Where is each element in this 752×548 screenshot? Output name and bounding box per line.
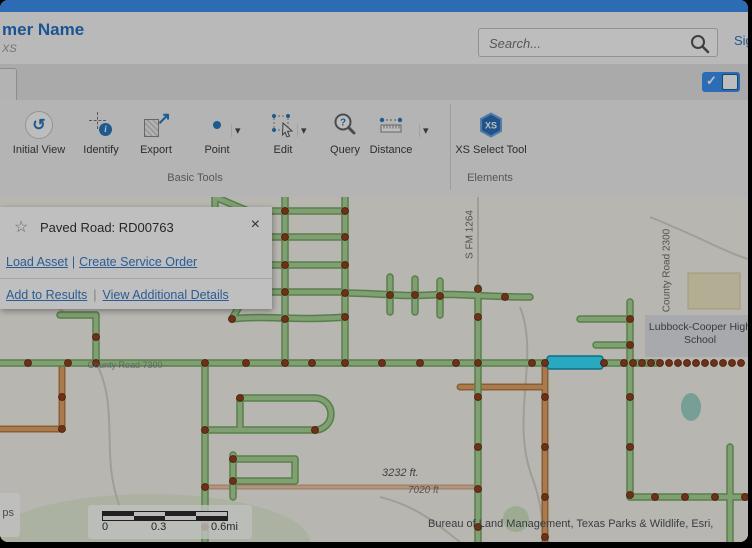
svg-text:?: ? — [340, 118, 346, 129]
distance-icon — [377, 112, 405, 138]
measurement-label-2: 7020 ft — [408, 485, 439, 496]
add-to-results-link[interactable]: Add to Results — [6, 288, 87, 302]
search-input[interactable] — [487, 32, 686, 55]
partial-tab[interactable] — [0, 68, 17, 101]
school-building — [688, 273, 740, 309]
map-canvas[interactable]: S FM 1264 County Road 2300 Lubbock-Coope… — [0, 197, 748, 542]
identify-button[interactable]: i Identify — [72, 108, 130, 156]
scale-label-end: 0.6mi — [211, 521, 238, 533]
scale-bar-panel: 0 0.3 0.6mi — [88, 505, 252, 539]
xs-select-tool-label: XS Select Tool — [455, 144, 526, 156]
sign-out-link[interactable]: Sig — [734, 33, 748, 48]
point-icon — [213, 121, 221, 129]
load-asset-link[interactable]: Load Asset — [6, 255, 68, 269]
distance-tool-button[interactable]: Distance — [362, 108, 420, 156]
map-attribution: Bureau of Land Management, Texas Parks &… — [428, 518, 748, 530]
customer-name-title: mer Name — [2, 20, 84, 40]
edit-icon — [270, 112, 296, 138]
app-window: mer Name XS Sig ✓ ↺ Initial View i — [0, 0, 748, 542]
close-icon[interactable]: × — [251, 216, 260, 234]
identify-icon: i — [88, 112, 114, 138]
road-label-county-road-7300: County Road 7300 — [55, 360, 195, 370]
scale-label-start: 0 — [102, 521, 108, 533]
svg-text:XS: XS — [485, 121, 497, 131]
link-separator-2: | — [93, 288, 96, 302]
ribbon-visibility-toggle[interactable]: ✓ — [702, 72, 740, 92]
distance-label: Distance — [370, 144, 413, 156]
edit-label: Edit — [274, 144, 293, 156]
search-box[interactable] — [478, 28, 718, 57]
identify-popup: ☆ Paved Road: RD00763 × Load Asset | Creat… — [0, 207, 272, 309]
elements-group-label: Elements — [440, 172, 540, 184]
query-icon: ? — [332, 112, 358, 138]
popup-title: Paved Road: RD00763 — [40, 220, 174, 235]
basemap-panel-partial[interactable]: ps — [0, 493, 20, 537]
search-icon[interactable] — [689, 33, 711, 55]
toggle-check-icon: ✓ — [706, 73, 717, 89]
ribbon-tab-strip: ✓ — [0, 64, 748, 100]
basic-tools-group-label: Basic Tools — [120, 172, 270, 184]
popup-divider — [0, 278, 272, 279]
road-label-s-fm-1264: S FM 1264 — [465, 200, 476, 270]
export-label: Export — [140, 144, 172, 156]
point-dropdown-chevron[interactable]: ▾ — [231, 124, 244, 137]
query-label: Query — [330, 144, 360, 156]
selected-road-segment[interactable] — [547, 356, 603, 369]
export-icon: ↗ — [142, 111, 170, 139]
top-accent-bar — [0, 0, 748, 12]
point-label: Point — [204, 144, 229, 156]
app-header: mer Name XS Sig — [0, 12, 748, 65]
road-label-county-road-2300: County Road 2300 — [662, 224, 673, 318]
favorite-star-icon[interactable]: ☆ — [14, 217, 28, 237]
basemap-panel-label: ps — [2, 507, 14, 519]
create-service-order-link[interactable]: Create Service Order — [79, 255, 197, 269]
link-separator: | — [72, 255, 75, 269]
xs-hexagon-icon: XS — [476, 110, 506, 140]
export-button[interactable]: ↗ Export — [130, 108, 182, 156]
school-label: Lubbock-Cooper High School — [648, 321, 748, 347]
distance-dropdown-chevron[interactable]: ▾ — [419, 124, 432, 137]
scale-label-mid: 0.3 — [151, 521, 166, 533]
toggle-knob[interactable] — [722, 74, 738, 90]
initial-view-label: Initial View — [13, 144, 65, 156]
popup-actions-row-2: Add to Results | View Additional Details — [6, 288, 229, 302]
xs-select-tool-button[interactable]: XS XS Select Tool — [452, 108, 530, 156]
pond-right — [681, 393, 701, 421]
toolbar-ribbon: ↺ Initial View i Identify ↗ Export Point… — [0, 100, 748, 198]
initial-view-button[interactable]: ↺ Initial View — [6, 108, 72, 156]
popup-actions-row-1: Load Asset | Create Service Order — [6, 255, 197, 269]
customer-subtitle: XS — [2, 43, 17, 55]
identify-label: Identify — [83, 144, 118, 156]
measurement-label-1: 3232 ft. — [382, 467, 419, 479]
view-additional-details-link[interactable]: View Additional Details — [103, 288, 229, 302]
edit-dropdown-chevron[interactable]: ▾ — [297, 124, 310, 137]
initial-view-icon: ↺ — [25, 111, 53, 139]
scale-bar — [102, 511, 228, 521]
